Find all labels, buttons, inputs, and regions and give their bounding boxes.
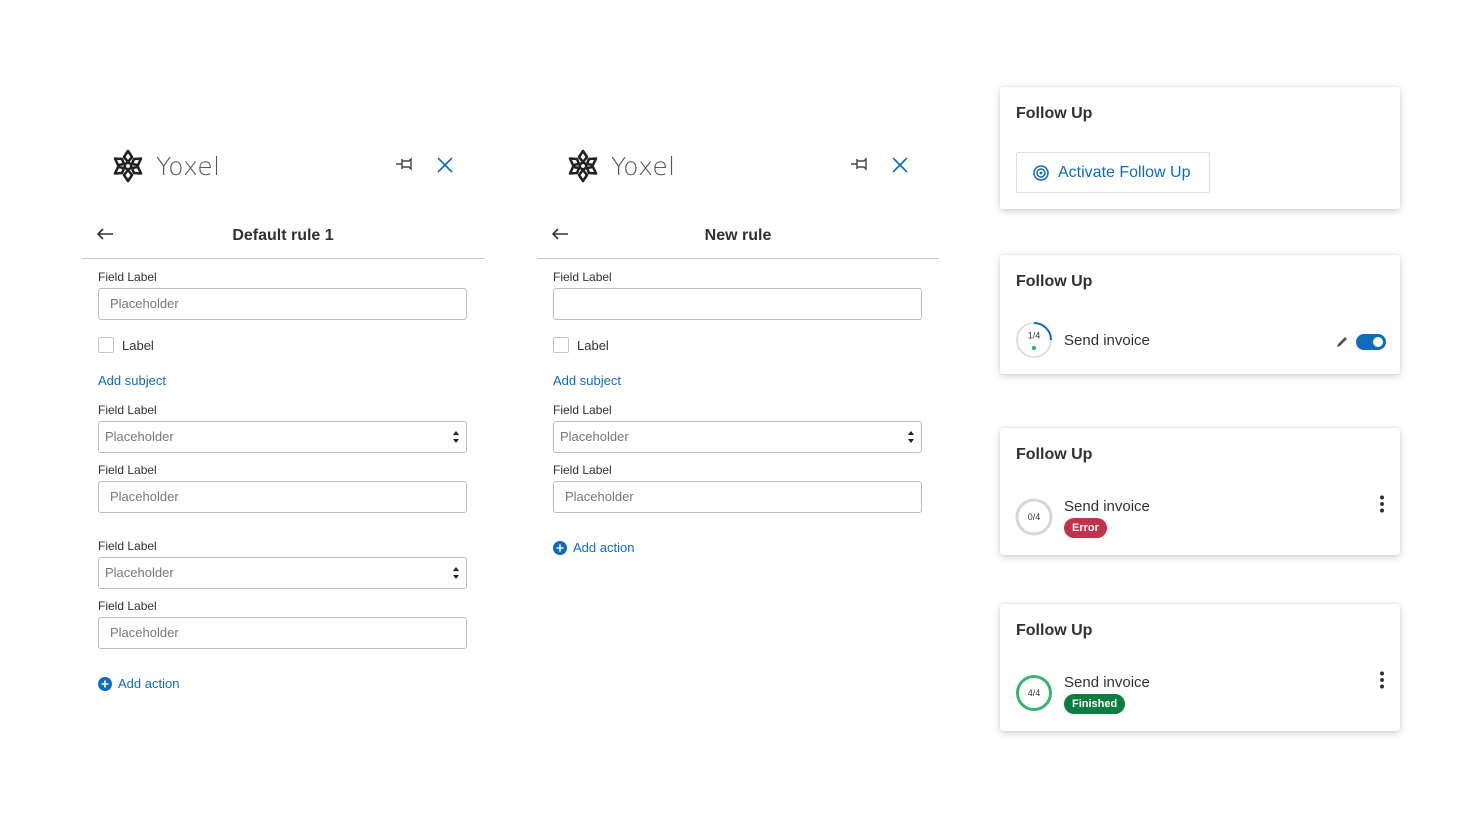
select-dropdown[interactable]: Placeholder (98, 421, 467, 453)
brand-name: Yoxel (611, 151, 676, 181)
rule-panel-default: Yoxel Default rule 1 Field Label Placeho… (82, 140, 484, 740)
field-label: Field Label (553, 463, 612, 477)
text-input[interactable]: Placeholder (98, 481, 467, 513)
select-value: Placeholder (560, 429, 629, 444)
add-action-button[interactable]: Add action (553, 540, 634, 555)
sort-arrows-icon (453, 567, 459, 579)
add-circle-icon (553, 540, 567, 555)
more-options-icon[interactable] (1378, 495, 1386, 513)
yoxel-logo-icon (568, 149, 598, 183)
status-badge: Error (1064, 518, 1107, 538)
card-title: Follow Up (1016, 105, 1093, 122)
sort-arrows-icon (908, 431, 914, 443)
brand: Yoxel (565, 146, 675, 186)
add-action-label: Add action (573, 540, 635, 555)
page-title: Default rule 1 (232, 227, 334, 244)
text-input[interactable]: Placeholder (98, 617, 467, 649)
progress-count: 4/4 (1028, 688, 1041, 698)
text-input[interactable]: Placeholder (98, 288, 467, 320)
add-subject-link[interactable]: Add subject (98, 373, 166, 388)
target-icon (1033, 164, 1049, 181)
select-value: Placeholder (105, 565, 174, 580)
add-action-label: Add action (118, 676, 180, 691)
sort-arrows-icon (453, 431, 459, 443)
follow-up-card-inactive: Follow Up Activate Follow Up (1000, 87, 1400, 209)
checkbox-label: Label (122, 338, 154, 353)
pin-icon[interactable] (850, 156, 872, 172)
rule-header: Default rule 1 (82, 220, 484, 259)
status-badge: Finished (1064, 694, 1126, 714)
progress-ring: 1/4 (1016, 322, 1052, 358)
field-label: Field Label (98, 463, 157, 477)
field-label: Field Label (98, 599, 157, 613)
rule-header: New rule (537, 220, 939, 259)
svg-text:4/4: 4/4 (1028, 688, 1041, 698)
close-icon[interactable] (891, 156, 909, 174)
follow-up-toggle[interactable] (1356, 334, 1386, 350)
follow-up-item-name: Send invoice (1064, 332, 1150, 349)
add-subject-link[interactable]: Add subject (553, 373, 621, 388)
checkbox-label: Label (577, 338, 609, 353)
select-value: Placeholder (105, 429, 174, 444)
page-title: New rule (704, 227, 772, 244)
progress-ring: 0/4 (1015, 498, 1053, 536)
follow-up-item-name: Send invoice (1064, 498, 1150, 515)
field-label: Field Label (553, 403, 612, 417)
brand: Yoxel (110, 146, 220, 186)
toggle-knob (1373, 337, 1383, 347)
brand-name: Yoxel (156, 151, 221, 181)
progress-count: 0/4 (1028, 512, 1041, 522)
add-circle-icon (98, 676, 112, 691)
progress-ring: 4/4 (1016, 675, 1052, 711)
follow-up-card-finished: Follow Up 4/4 Send invoice Finished (1000, 604, 1400, 731)
more-options-icon[interactable] (1378, 671, 1386, 689)
field-label: Field Label (98, 403, 157, 417)
card-title: Follow Up (1016, 446, 1093, 463)
follow-up-item-name: Send invoice (1064, 674, 1150, 691)
follow-up-card-active: Follow Up 1/4 Send invoice (1000, 255, 1400, 374)
svg-text:1/4: 1/4 (1028, 331, 1041, 341)
card-title: Follow Up (1016, 273, 1093, 290)
text-input[interactable]: Placeholder (553, 481, 922, 513)
activate-follow-up-button[interactable]: Activate Follow Up (1016, 152, 1210, 193)
rule-panel-new: Yoxel New rule Field Label Label Add sub… (537, 140, 939, 740)
select-dropdown[interactable]: Placeholder (553, 421, 922, 453)
follow-up-card-error: Follow Up 0/4 Send invoice Error (1000, 428, 1400, 555)
svg-text:0/4: 0/4 (1028, 512, 1041, 522)
pin-icon[interactable] (395, 156, 417, 172)
add-action-button[interactable]: Add action (98, 676, 179, 691)
yoxel-logo-icon (113, 149, 143, 183)
field-label: Field Label (553, 270, 612, 284)
close-icon[interactable] (436, 156, 454, 174)
select-dropdown[interactable]: Placeholder (98, 557, 467, 589)
edit-pencil-icon[interactable] (1335, 335, 1349, 349)
field-label: Field Label (98, 539, 157, 553)
checkbox[interactable] (98, 337, 114, 353)
text-input[interactable] (553, 288, 922, 320)
activate-label: Activate Follow Up (1058, 163, 1191, 181)
field-label: Field Label (98, 270, 157, 284)
card-title: Follow Up (1016, 622, 1093, 639)
progress-count: 1/4 (1028, 331, 1041, 341)
checkbox[interactable] (553, 337, 569, 353)
